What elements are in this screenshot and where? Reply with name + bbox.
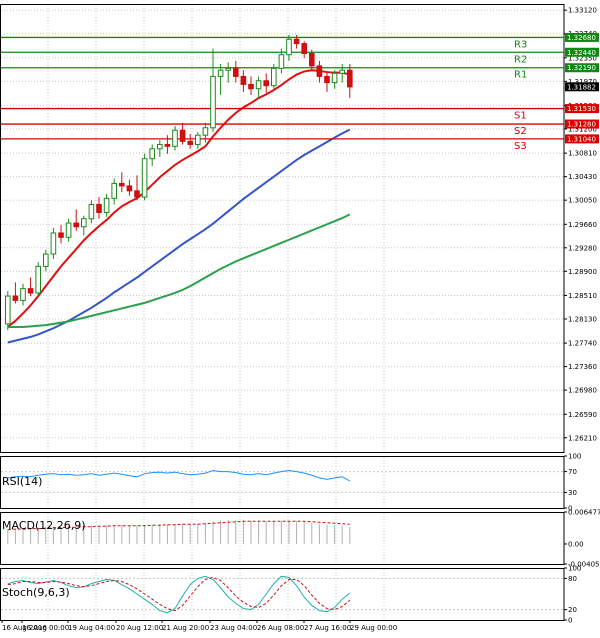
candle-body xyxy=(65,222,72,238)
time-tick-label: 23 Aug 04:00 xyxy=(210,624,257,632)
rsi-title: RSI(14) xyxy=(2,475,42,488)
stoch-tick-label: 80 xyxy=(568,575,577,583)
macd-tick-label: 0.006477 xyxy=(568,509,600,517)
candle-body xyxy=(263,80,269,87)
macd-title: MACD(12,26,9) xyxy=(2,519,86,532)
candle-body xyxy=(164,143,171,147)
price-tick-label: 1.30050 xyxy=(568,197,597,205)
candle-body xyxy=(50,232,57,255)
price-tick-label: 1.29280 xyxy=(568,244,597,252)
level-price-tag-text: 1.32440 xyxy=(567,49,596,57)
candle-body xyxy=(96,203,102,214)
candle-body xyxy=(255,80,262,90)
candle-body xyxy=(43,253,49,267)
rsi-tick-label: 70 xyxy=(568,468,577,476)
candle-body xyxy=(58,232,64,238)
candle-body xyxy=(5,295,11,325)
level-label-s3: S3 xyxy=(514,141,527,152)
price-tick-label: 1.26980 xyxy=(568,387,597,395)
price-tick-label: 1.28900 xyxy=(568,268,597,276)
candle-body xyxy=(225,67,231,71)
trading-chart: 1.331201.327401.323501.319701.315801.312… xyxy=(0,0,600,634)
time-tick-label: 29 Aug 00:00 xyxy=(350,624,397,632)
level-label-r1: R1 xyxy=(514,70,527,81)
time-tick-label: 19 Aug 04:00 xyxy=(68,624,115,632)
price-tick-label: 1.27360 xyxy=(568,363,597,371)
candle-body xyxy=(217,69,224,77)
price-tick-label: 1.26210 xyxy=(568,434,597,442)
candle-body xyxy=(278,54,285,69)
rsi-panel-frame xyxy=(0,456,565,509)
time-tick-label: 27 Aug 16:00 xyxy=(304,624,351,632)
level-label-s1: S1 xyxy=(514,111,527,122)
level-label-s2: S2 xyxy=(514,126,527,137)
candle-body xyxy=(309,53,315,67)
candle-body xyxy=(81,218,87,228)
time-tick-label: 16 Aug 00:00 xyxy=(22,624,69,632)
level-label-r3: R3 xyxy=(514,39,527,50)
candle-body xyxy=(271,67,277,87)
level-label-r2: R2 xyxy=(514,54,527,65)
candle-body xyxy=(27,288,34,294)
time-tick-label: 21 Aug 20:00 xyxy=(162,624,209,632)
candle-body xyxy=(172,129,178,147)
price-tick-label: 1.30810 xyxy=(568,150,597,158)
price-tick-label: 1.29660 xyxy=(568,221,597,229)
candle-body xyxy=(103,197,110,214)
level-price-tag-text: 1.32190 xyxy=(567,64,596,72)
candle-body xyxy=(293,38,300,45)
level-price-tag-text: 1.31530 xyxy=(567,105,596,113)
stoch-tick-label: 20 xyxy=(568,606,577,614)
candle-body xyxy=(35,265,42,294)
stoch-title: Stoch(9,6,3) xyxy=(2,586,70,599)
candle-body xyxy=(141,158,148,198)
candle-body xyxy=(20,288,26,301)
stoch-tick-label: 0 xyxy=(568,617,572,625)
time-tick-label: 26 Aug 08:00 xyxy=(257,624,304,632)
current-price-tag-text: 1.31882 xyxy=(567,83,596,91)
price-tick-label: 1.26590 xyxy=(568,411,597,419)
level-price-tag-text: 1.32680 xyxy=(567,34,596,42)
candle-body xyxy=(119,182,125,187)
candle-body xyxy=(157,143,163,150)
candle-body xyxy=(316,65,323,77)
price-tick-label: 1.30430 xyxy=(568,173,597,181)
candle-body xyxy=(134,190,140,198)
candle-body xyxy=(233,67,239,77)
price-tick-label: 1.33120 xyxy=(568,7,597,15)
candle-body xyxy=(347,69,353,88)
candle-body xyxy=(240,75,247,85)
candle-body xyxy=(126,185,133,192)
candle-body xyxy=(248,83,254,90)
candle-body xyxy=(301,43,307,55)
candle-body xyxy=(286,38,292,56)
rsi-tick-label: 30 xyxy=(568,489,577,497)
candle-body xyxy=(111,182,118,199)
candle-body xyxy=(210,75,216,129)
candle-body xyxy=(73,222,80,228)
candle-body xyxy=(331,72,338,84)
price-tick-label: 1.28510 xyxy=(568,292,597,300)
candle-body xyxy=(179,129,186,142)
main-panel-frame xyxy=(0,4,565,453)
candle-body xyxy=(195,134,201,145)
time-tick-label: 20 Aug 12:00 xyxy=(116,624,163,632)
macd-tick-label: 0.00 xyxy=(568,540,584,548)
candle-body xyxy=(339,69,345,74)
price-tick-label: 1.28130 xyxy=(568,315,597,323)
candle-body xyxy=(12,295,19,301)
candle-body xyxy=(324,75,330,84)
chart-canvas: 1.331201.327401.323501.319701.315801.312… xyxy=(0,4,600,632)
candle-body xyxy=(187,140,193,145)
level-price-tag-text: 1.31280 xyxy=(567,121,596,129)
stoch-tick-label: 100 xyxy=(568,565,581,573)
level-price-tag-text: 1.31040 xyxy=(567,135,596,143)
candle-body xyxy=(88,203,95,220)
price-tick-label: 1.27740 xyxy=(568,340,597,348)
rsi-tick-label: 100 xyxy=(568,453,581,461)
candle-body xyxy=(202,127,209,136)
candle-body xyxy=(149,148,155,160)
